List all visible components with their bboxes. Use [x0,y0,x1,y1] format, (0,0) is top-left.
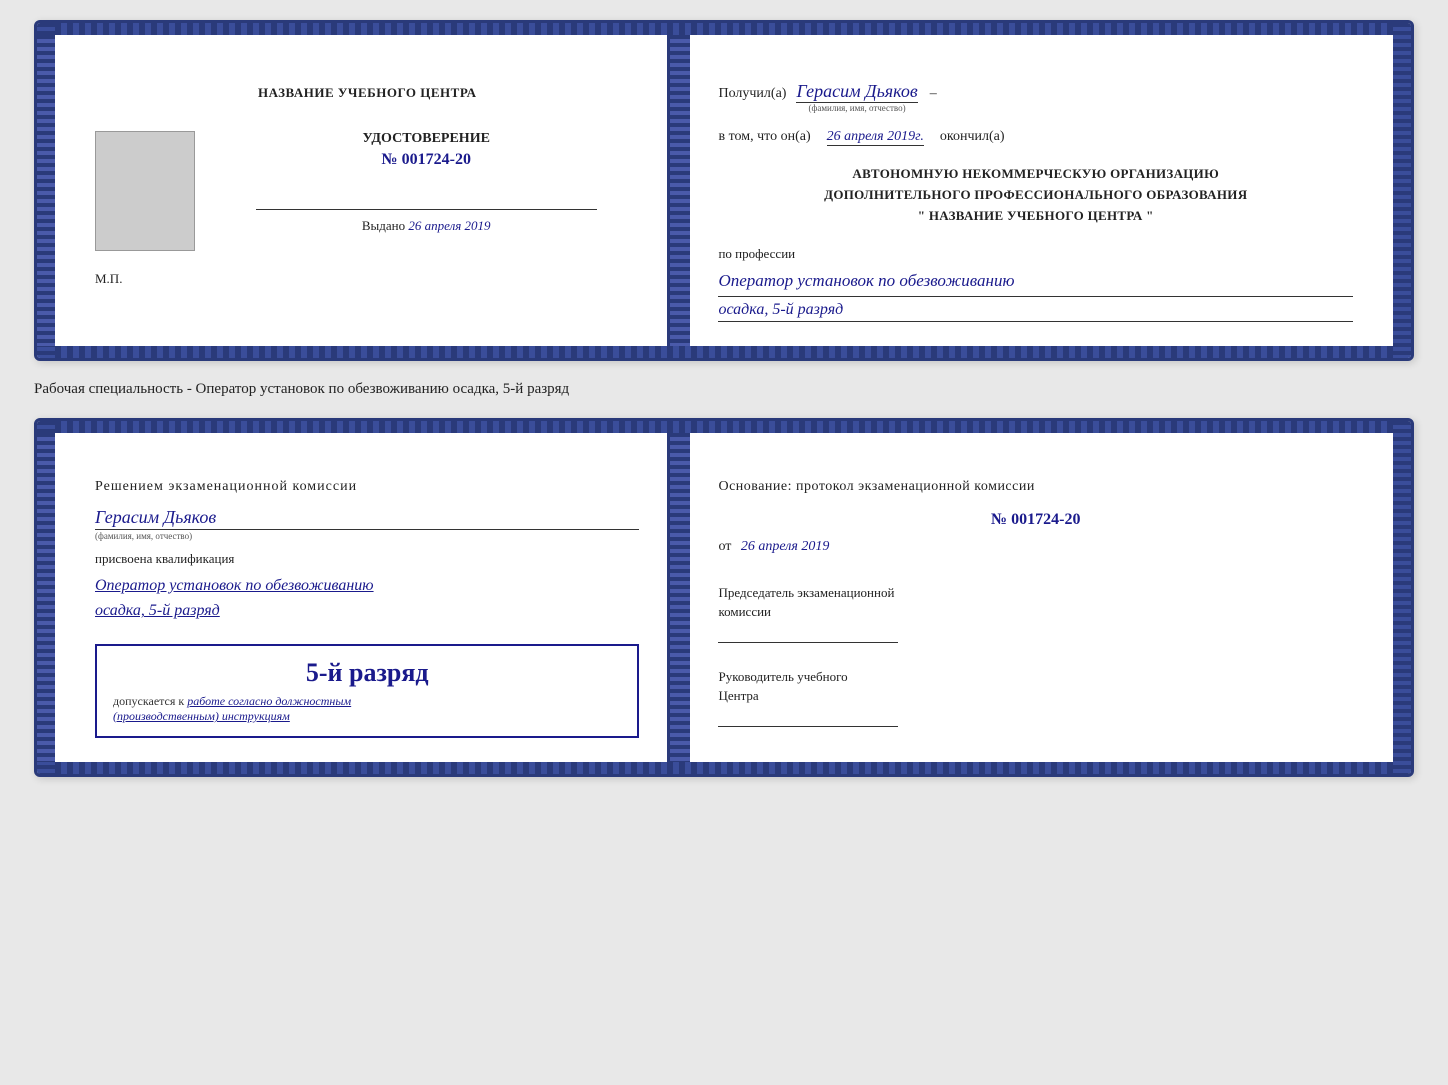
left-edge-2 [37,433,55,762]
udost-date-line [256,209,597,210]
okончil-label: окончил(а) [940,129,1005,145]
top-stripe-2 [55,421,1393,433]
okончil-date: 26 апреля 2019г. [827,129,924,146]
predsedatel-line1: Председатель экзаменационной [718,583,1353,603]
v-tom-line: в том, что он(а) 26 апреля 2019г. окончи… [718,129,1353,146]
org-block: АВТОНОМНУЮ НЕКОММЕРЧЕСКУЮ ОРГАНИЗАЦИЮ ДО… [718,164,1353,226]
udost-title: УДОСТОВЕРЕНИЕ [213,131,639,147]
resheniem-text: Решением экзаменационной комиссии [95,479,639,495]
separator-label: Рабочая специальность - Оператор установ… [34,379,1414,400]
vydano-date: 26 апреля 2019 [408,218,490,233]
recipient-name: Герасим Дьяков (фамилия, имя, отчество) [796,81,917,113]
fio-hint-1: (фамилия, имя, отчество) [796,103,917,113]
predsedatel-signature-line [718,642,898,643]
v-tom-label: в том, что он(а) [718,129,810,145]
dopusk-text2: (производственным) инструкциям [113,709,290,723]
udost-number: № 001724-20 [213,151,639,169]
school-name-header: НАЗВАНИЕ УЧЕБНОГО ЦЕНТРА [95,85,639,101]
name-2: Герасим Дьяков [95,507,639,530]
predsedatel-line2: комиссии [718,602,1353,622]
vydano-line: Выдано 26 апреля 2019 [213,218,639,234]
org-line3: " НАЗВАНИЕ УЧЕБНОГО ЦЕНТРА " [718,206,1353,227]
qualification-1: Оператор установок по обезвоживанию [95,573,639,599]
stamp-rank: 5-й разряд [113,658,621,688]
photo-area: УДОСТОВЕРЕНИЕ № 001724-20 Выдано 26 апре… [95,131,639,251]
po-professii-label: по профессии [718,246,1353,262]
card1-left-panel: НАЗВАНИЕ УЧЕБНОГО ЦЕНТРА УДОСТОВЕРЕНИЕ №… [55,35,670,346]
certificate-card-1: НАЗВАНИЕ УЧЕБНОГО ЦЕНТРА УДОСТОВЕРЕНИЕ №… [34,20,1414,361]
right-edge-2 [1393,433,1411,762]
ot-date-value: 26 апреля 2019 [741,539,829,554]
prisvoena-text: присвоена квалификация [95,551,639,567]
certificate-card-2: Решением экзаменационной комиссии Гераси… [34,418,1414,777]
mp-label: М.П. [95,271,639,287]
rukovoditel-line1: Руководитель учебного [718,667,1353,687]
org-line1: АВТОНОМНУЮ НЕКОММЕРЧЕСКУЮ ОРГАНИЗАЦИЮ [718,164,1353,185]
bottom-stripe [55,346,1393,358]
rukovoditel-signature-line [718,726,898,727]
poluchil-line: Получил(а) Герасим Дьяков (фамилия, имя,… [718,81,1353,113]
stamp-box: 5-й разряд допускается к работе согласно… [95,644,639,738]
qualification-2: осадка, 5-й разряд [95,598,639,624]
rank-text: осадка, 5-й разряд [718,301,1353,322]
rukovoditel-block: Руководитель учебного Центра [718,667,1353,727]
spine-2 [670,433,690,762]
stamp-dopusk: допускается к работе согласно должностны… [113,694,621,724]
bottom-stripe-2 [55,762,1393,774]
protocol-number: № 001724-20 [718,511,1353,529]
card2-right-panel: Основание: протокол экзаменационной коми… [690,433,1393,762]
profession-text: Оператор установок по обезвоживанию [718,268,1353,297]
osnovanie-text: Основание: протокол экзаменационной коми… [718,479,1353,495]
dopusk-text: работе согласно должностным [187,694,351,708]
fio-hint-2: (фамилия, имя, отчество) [95,531,639,541]
ot-label: от [718,539,731,554]
rukovoditel-line2: Центра [718,686,1353,706]
top-stripe [55,23,1393,35]
left-edge [37,35,55,346]
right-edge [1393,35,1411,346]
recipient-name-text: Герасим Дьяков [796,81,917,103]
predsedatel-block: Председатель экзаменационной комиссии [718,583,1353,643]
spine-1 [670,35,690,346]
dopusk-label: допускается к [113,694,184,708]
photo-placeholder [95,131,195,251]
card1-right-panel: Получил(а) Герасим Дьяков (фамилия, имя,… [690,35,1393,346]
card2-left-panel: Решением экзаменационной комиссии Гераси… [55,433,670,762]
name-block-2: Герасим Дьяков (фамилия, имя, отчество) [95,507,639,541]
ot-date-line: от 26 апреля 2019 [718,539,1353,555]
vydano-label: Выдано [362,218,405,233]
poluchil-label: Получил(а) [718,86,786,102]
dash-1: – [930,86,937,102]
org-line2: ДОПОЛНИТЕЛЬНОГО ПРОФЕССИОНАЛЬНОГО ОБРАЗО… [718,185,1353,206]
udost-block: УДОСТОВЕРЕНИЕ № 001724-20 Выдано 26 апре… [213,131,639,234]
